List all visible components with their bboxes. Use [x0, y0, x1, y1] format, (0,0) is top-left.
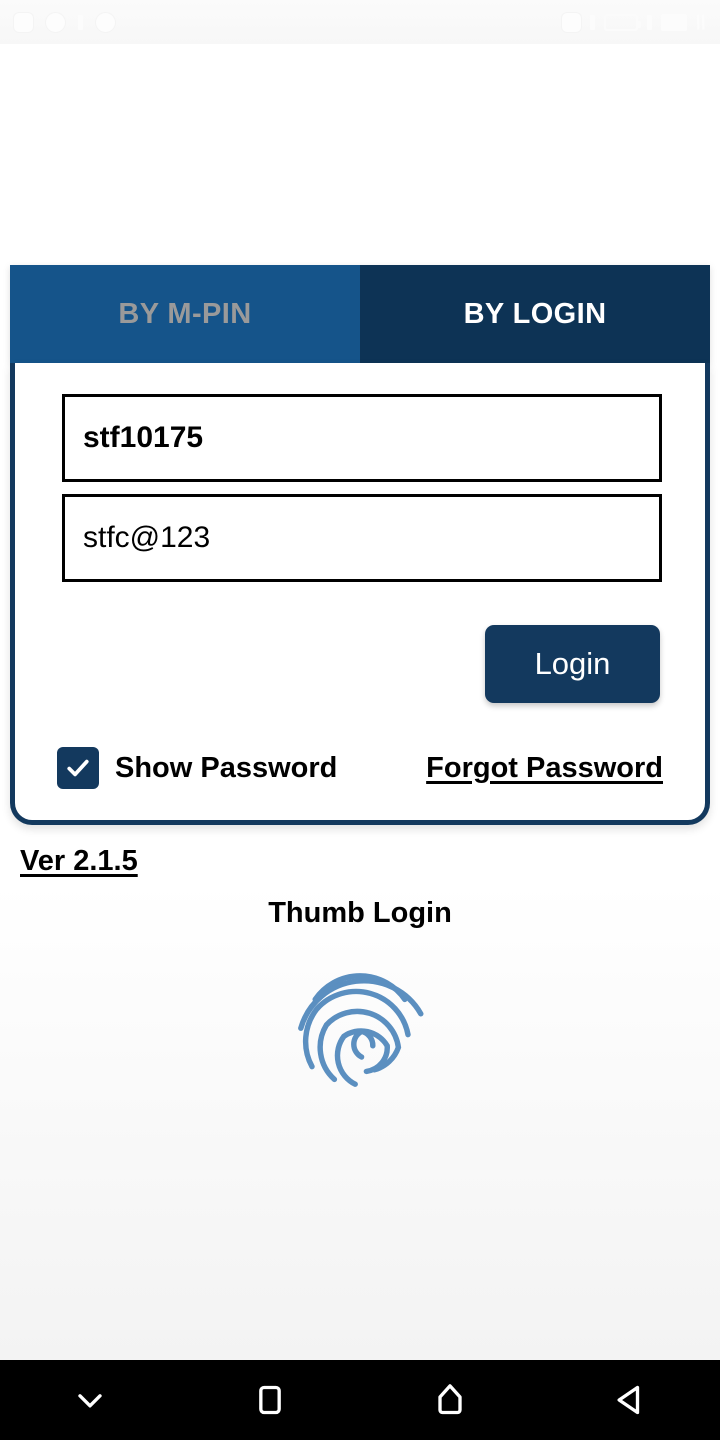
status-bar-left-icons	[14, 12, 115, 32]
battery-icon	[604, 13, 642, 31]
password-value: stfc@123	[83, 521, 211, 554]
card-bottom-row: Show Password Forgot Password	[15, 743, 705, 793]
signal-icon	[590, 14, 596, 30]
show-password-toggle[interactable]: Show Password	[57, 747, 337, 789]
login-screen: BY M-PIN BY LOGIN stf10175 stfc@123 Logi…	[0, 44, 720, 1396]
username-field[interactable]: stf10175	[62, 394, 662, 482]
show-password-label: Show Password	[115, 751, 338, 784]
login-card: stf10175 stfc@123 Login Show Password Fo…	[10, 363, 710, 825]
show-password-checkbox[interactable]	[57, 747, 99, 789]
clock-icon: ||	[696, 13, 706, 30]
home-button[interactable]	[360, 1360, 540, 1440]
fingerprint-icon[interactable]	[280, 945, 440, 1105]
android-navigation-bar	[0, 1360, 720, 1440]
signal-bars-icon	[78, 14, 83, 30]
alarm-icon	[562, 12, 582, 32]
notification-icon	[46, 12, 65, 32]
home-icon	[438, 1384, 462, 1415]
notification-icon	[14, 12, 33, 32]
status-bar: ||	[0, 0, 720, 44]
wifi-icon	[647, 14, 653, 30]
app-version-label: Ver 2.1.5	[20, 845, 138, 877]
tab-by-login-label: BY LOGIN	[463, 297, 607, 330]
chevron-down-icon	[78, 1394, 102, 1408]
tab-by-m-pin-label: BY M-PIN	[118, 297, 252, 330]
username-value: stf10175	[83, 421, 204, 454]
login-mode-tabs: BY M-PIN BY LOGIN	[10, 265, 710, 369]
check-icon	[67, 759, 89, 777]
status-bar-right-icons: ||	[562, 12, 706, 32]
hide-keyboard-button[interactable]	[0, 1360, 180, 1440]
tab-by-login[interactable]: BY LOGIN	[360, 265, 710, 369]
password-field[interactable]: stfc@123	[62, 494, 662, 582]
triangle-left-icon	[617, 1385, 640, 1415]
forgot-password-link[interactable]: Forgot Password	[426, 752, 663, 785]
notification-icon	[96, 12, 115, 32]
square-icon	[259, 1385, 281, 1415]
sim-icon	[661, 13, 688, 31]
recents-button[interactable]	[180, 1360, 360, 1440]
tab-by-m-pin[interactable]: BY M-PIN	[10, 265, 360, 363]
back-button[interactable]	[540, 1360, 720, 1440]
login-button[interactable]: Login	[485, 625, 660, 703]
thumb-login-title: Thumb Login	[268, 897, 452, 929]
